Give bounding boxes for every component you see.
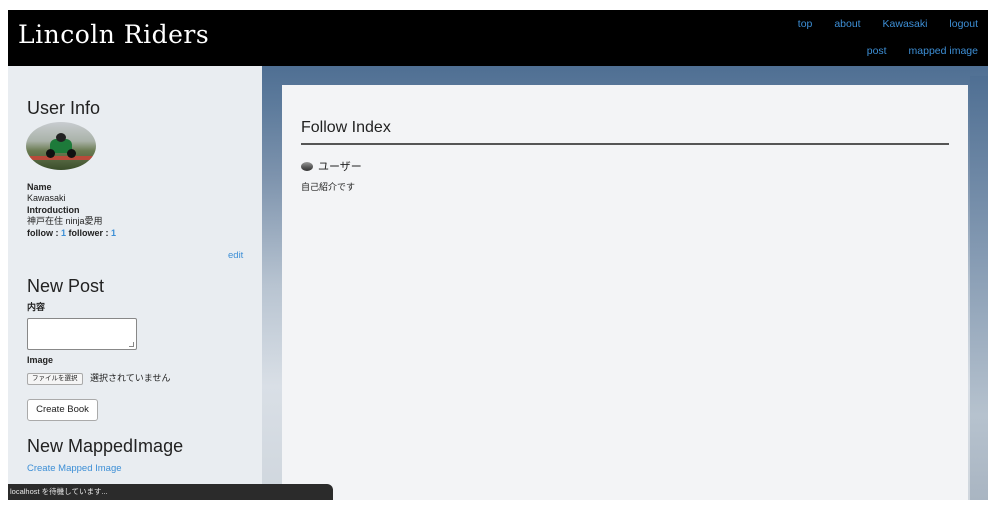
browser-viewport: Lincoln Riders top about Kawasaki logout… (8, 10, 988, 500)
follow-stats: follow : 1 follower : 1 (27, 228, 116, 239)
title-divider (301, 143, 949, 145)
create-mapped-image-link[interactable]: Create Mapped Image (27, 463, 122, 474)
avatar-track (26, 156, 96, 160)
follower-label: follower : (66, 228, 112, 238)
sidebar: User Info Name Kawasaki Introduction 神戸在… (8, 66, 262, 500)
nav-link-about[interactable]: about (834, 18, 860, 30)
nav-link-post[interactable]: post (867, 45, 887, 57)
user-info-heading: User Info (27, 98, 101, 118)
nav-row-primary: top about Kawasaki logout (779, 18, 978, 30)
name-value: Kawasaki (27, 193, 66, 203)
new-post-heading: New Post (27, 276, 105, 296)
file-status-text: 選択されていません (90, 373, 171, 383)
avatar-wheel (46, 149, 55, 158)
follower-count-link[interactable]: 1 (111, 228, 116, 238)
site-brand[interactable]: Lincoln Riders (18, 20, 209, 49)
nav-link-top[interactable]: top (798, 18, 813, 30)
edit-profile-link[interactable]: edit (228, 250, 243, 261)
avatar-wheel (67, 149, 76, 158)
choose-file-button[interactable]: ファイルを選択 (27, 373, 83, 385)
content-textarea[interactable] (27, 318, 137, 350)
page-title: Follow Index (301, 119, 391, 136)
new-mapped-image-heading: New MappedImage (27, 436, 184, 456)
browser-status-bar: localhost を待機しています... (8, 484, 333, 500)
background-strip (970, 76, 988, 500)
name-label: Name (27, 182, 52, 192)
resize-grip-icon[interactable] (129, 342, 134, 347)
follow-user-intro: 自己紹介です (301, 182, 356, 192)
follow-index-card: Follow Index ユーザー 自己紹介です (282, 85, 968, 500)
nav-link-mapped-image[interactable]: mapped image (909, 45, 978, 57)
follow-label: follow : (27, 228, 61, 238)
nav-link-logout[interactable]: logout (949, 18, 978, 30)
nav-link-user[interactable]: Kawasaki (883, 18, 928, 30)
site-header: Lincoln Riders top about Kawasaki logout… (8, 10, 988, 66)
create-book-button[interactable]: Create Book (27, 399, 98, 421)
avatar-rider (56, 133, 66, 142)
image-label: Image (27, 355, 54, 365)
content-label: 内容 (27, 302, 46, 312)
follow-user-item[interactable]: ユーザー (301, 158, 362, 174)
intro-label: Introduction (27, 205, 80, 215)
nav-row-secondary: post mapped image (848, 45, 978, 57)
intro-value: 神戸在住 ninja愛用 (27, 216, 103, 226)
user-avatar (26, 122, 96, 170)
follow-user-name[interactable]: ユーザー (318, 158, 362, 174)
user-avatar-thumb[interactable] (301, 161, 313, 171)
